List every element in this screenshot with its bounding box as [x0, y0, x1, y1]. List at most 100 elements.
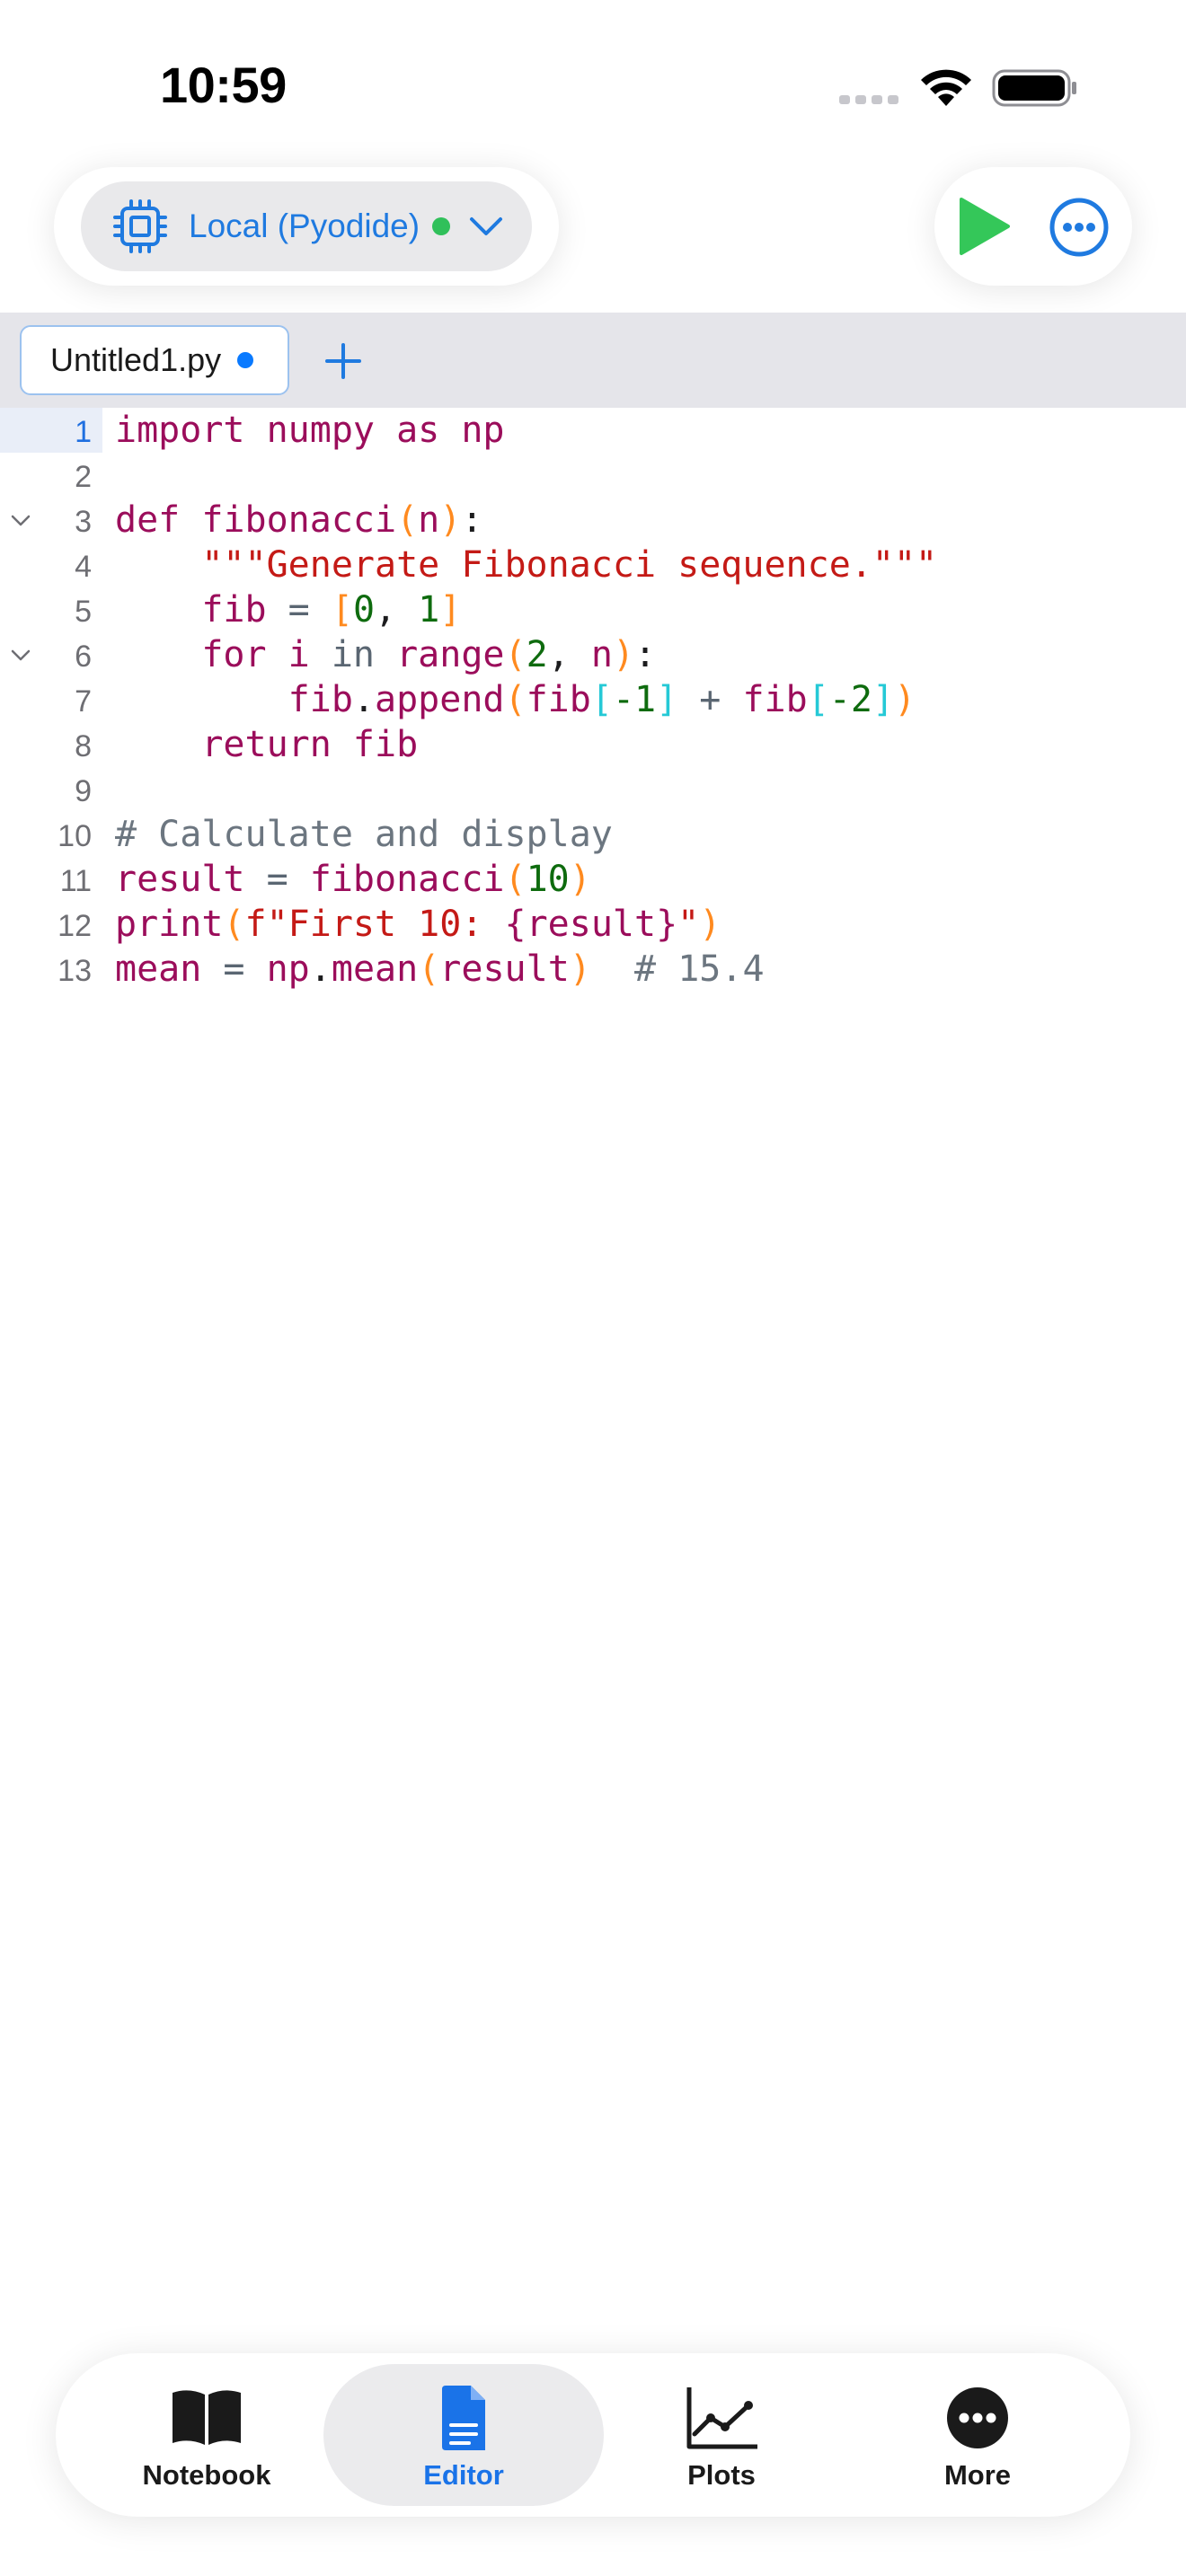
code-line[interactable]: 5 fib = [0, 1]: [0, 587, 1186, 632]
line-gutter: 4: [0, 543, 102, 587]
code-token: ): [699, 904, 721, 945]
code-token: ,: [375, 589, 419, 631]
line-number: 4: [75, 550, 92, 584]
fold-chevron-icon[interactable]: [11, 649, 31, 662]
chevron-down-icon: [470, 217, 503, 235]
code-token: """Generate Fibonacci sequence.""": [201, 544, 938, 586]
code-token: 2: [526, 634, 548, 675]
code-line[interactable]: 7 fib.append(fib[-1] + fib[-2]): [0, 677, 1186, 722]
code-token: def fibonacci: [115, 499, 397, 541]
code-line[interactable]: 12 print(f"First 10: {result}"): [0, 902, 1186, 947]
code-line[interactable]: 4 """Generate Fibonacci sequence.""": [0, 543, 1186, 587]
ellipsis-circle-icon: [947, 2387, 1008, 2448]
line-number: 8: [75, 729, 92, 763]
code-token: ,: [547, 634, 591, 675]
code-line[interactable]: 3 def fibonacci(n):: [0, 498, 1186, 543]
code-editor[interactable]: 1 import numpy as np 2 3 def fibonacci(n): 4 …: [0, 408, 1186, 992]
code-token: import numpy as np: [115, 410, 505, 451]
code-token: .: [352, 679, 375, 720]
code-line[interactable]: 6 for i in range(2, n):: [0, 632, 1186, 677]
code-token: =: [288, 589, 310, 631]
code-line[interactable]: 2: [0, 453, 1186, 498]
code-token: (: [504, 859, 527, 900]
code-token: ]: [656, 679, 678, 720]
nav-notebook-label: Notebook: [142, 2459, 271, 2491]
line-gutter: 8: [0, 722, 102, 767]
code-line[interactable]: 10 # Calculate and display: [0, 812, 1186, 857]
code-token: ): [569, 948, 591, 990]
code-token: ]: [439, 589, 462, 631]
code-token: mean: [115, 948, 224, 990]
code-text: for i in range(2, n):: [115, 632, 656, 677]
unsaved-indicator: [237, 352, 254, 368]
line-gutter: 3: [0, 498, 102, 543]
code-token: 0: [352, 589, 376, 631]
wifi-icon: [921, 69, 971, 106]
code-token: (: [504, 634, 527, 675]
line-gutter: 12: [0, 902, 102, 947]
code-token: -1: [612, 679, 657, 720]
nav-more-label: More: [943, 2459, 1012, 2491]
code-token: (: [418, 948, 440, 990]
line-gutter: 6: [0, 632, 102, 677]
code-token: ): [569, 859, 591, 900]
nav-plots[interactable]: Plots: [629, 2364, 814, 2506]
nav-notebook[interactable]: Notebook: [108, 2364, 305, 2506]
cpu-chip-icon: [113, 199, 167, 253]
code-text: fib = [0, 1]: [115, 587, 461, 632]
code-token: f"First 10:: [244, 904, 505, 945]
code-token: fibonacci: [288, 859, 505, 900]
more-options-button[interactable]: [1048, 196, 1111, 259]
code-token: n: [590, 634, 613, 675]
code-token: n: [418, 499, 440, 541]
nav-more[interactable]: More: [890, 2364, 1066, 2506]
code-line[interactable]: 11 result = fibonacci(10): [0, 857, 1186, 902]
line-number: 6: [75, 640, 92, 674]
code-token: return fib: [115, 724, 419, 765]
code-token: [: [807, 679, 829, 720]
code-token: ): [612, 634, 635, 675]
line-gutter: 2: [0, 453, 102, 498]
line-number: 13: [58, 954, 92, 988]
kernel-status-indicator: [432, 217, 451, 235]
line-gutter: 13: [0, 947, 102, 992]
code-token: # 15.4: [590, 948, 765, 990]
kernel-selector[interactable]: Local (Pyodide): [81, 181, 532, 271]
code-token: ): [439, 499, 462, 541]
code-token: (: [396, 499, 419, 541]
code-token: fib: [115, 679, 353, 720]
code-token: {result}: [504, 904, 678, 945]
code-token: [: [331, 589, 353, 631]
code-token: [: [590, 679, 613, 720]
code-text: fib.append(fib[-1] + fib[-2]): [115, 677, 916, 722]
code-text: import numpy as np: [115, 408, 504, 453]
line-gutter: 7: [0, 677, 102, 722]
code-token: ]: [872, 679, 895, 720]
code-line[interactable]: 8 return fib: [0, 722, 1186, 767]
line-gutter: 11: [0, 857, 102, 902]
book-icon: [173, 2390, 241, 2445]
code-token: +: [677, 679, 743, 720]
code-token: for i: [115, 634, 332, 675]
fold-chevron-icon[interactable]: [11, 515, 31, 527]
code-line[interactable]: 13 mean = np.mean(result) # 15.4: [0, 947, 1186, 992]
file-tab-active[interactable]: Untitled1.py: [20, 325, 289, 395]
code-token: np: [244, 948, 310, 990]
code-text: mean = np.mean(result) # 15.4: [115, 947, 765, 992]
code-token: (: [504, 679, 527, 720]
app-root: 10:59 Local (Pyodide) Untitled1.py 1 imp…: [0, 0, 1186, 2576]
code-token: range: [375, 634, 505, 675]
run-button[interactable]: [949, 192, 1017, 260]
code-text: def fibonacci(n):: [115, 498, 482, 543]
code-token: # Calculate and display: [115, 814, 613, 855]
code-token: append: [375, 679, 505, 720]
line-number: 3: [75, 505, 92, 539]
line-gutter: 1: [0, 408, 102, 453]
code-line[interactable]: 9: [0, 767, 1186, 812]
nav-editor[interactable]: Editor: [323, 2364, 604, 2506]
code-line[interactable]: 1 import numpy as np: [0, 408, 1186, 453]
code-token: fib: [526, 679, 591, 720]
add-tab-button[interactable]: [323, 341, 363, 381]
